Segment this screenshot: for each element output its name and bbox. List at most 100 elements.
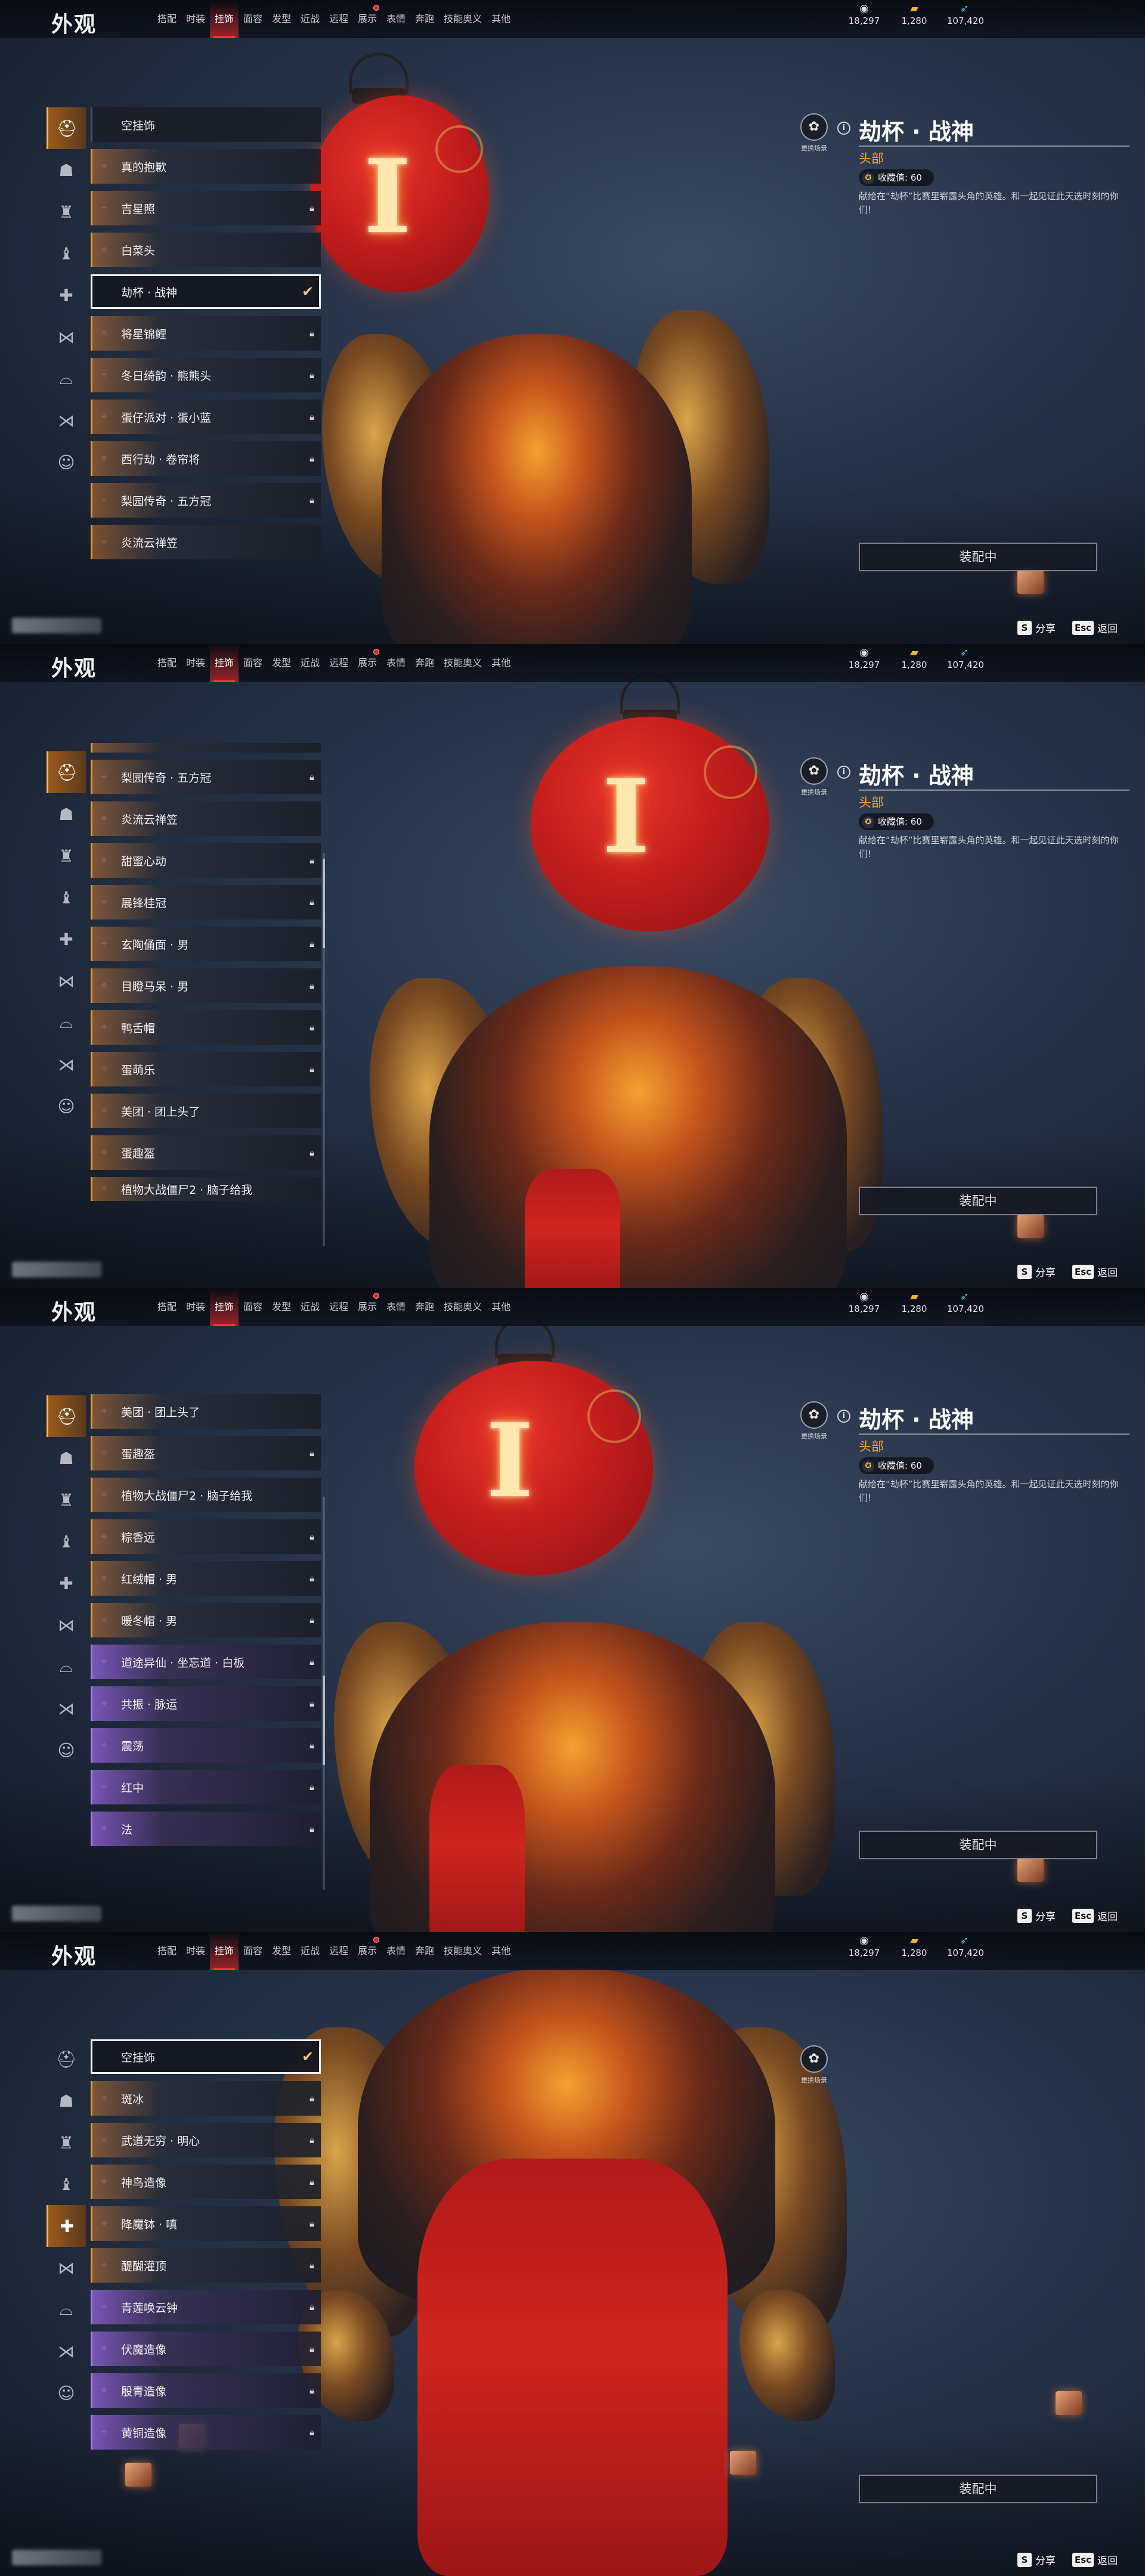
tab-costume[interactable]: 时装	[181, 0, 210, 38]
back-label[interactable]: 返回	[1097, 1908, 1118, 1923]
share-label[interactable]: 分享	[1035, 620, 1056, 635]
tab-other[interactable]: 其他	[487, 1932, 515, 1970]
list-item[interactable]: ⁘ 武道无穷 · 明心 🔒︎	[91, 2123, 321, 2157]
list-item[interactable]: ⁘ 红绒帽 · 男 🔒︎	[91, 1561, 321, 1596]
list-item[interactable]: 空挂饰	[91, 107, 321, 142]
list-item[interactable]: ⁘ 降魔钵 · 嗔 🔒︎	[91, 2206, 321, 2241]
list-item[interactable]: ⁘ 粽香远 🔒︎	[91, 1519, 321, 1554]
tab-other[interactable]: 其他	[487, 0, 515, 38]
tab-face[interactable]: 面容	[239, 1932, 267, 1970]
tab-showcase[interactable]: 展示	[353, 0, 382, 38]
list-item[interactable]: ⁘ 美团 · 团上头了	[91, 1094, 321, 1128]
rail-waist-icon[interactable]: ⋈	[47, 316, 86, 358]
rail-mask-icon[interactable]: ☗	[47, 2080, 86, 2122]
scroll-thumb[interactable]	[323, 1676, 325, 1765]
tab-showcase[interactable]: 展示	[353, 1288, 382, 1326]
rail-bracer-icon[interactable]: ⌓	[47, 1646, 86, 1688]
back-key[interactable]: Esc	[1072, 620, 1094, 635]
tab-run[interactable]: 奔跑	[410, 644, 439, 682]
rail-waist-icon[interactable]: ⋈	[47, 960, 86, 1002]
share-key[interactable]: S	[1017, 1264, 1032, 1279]
swap-scene-button[interactable]: ✿ 更换场景	[796, 113, 833, 153]
tab-melee[interactable]: 近战	[296, 0, 324, 38]
equipped-button[interactable]: 装配中	[859, 543, 1097, 571]
tab-costume[interactable]: 时装	[181, 1288, 210, 1326]
rail-helmet-icon[interactable]: ⛑	[47, 107, 86, 149]
scroll-thumb[interactable]	[323, 859, 325, 948]
list-item[interactable]: ⁘ 红中 🔒︎	[91, 1770, 321, 1804]
tab-accessory[interactable]: 挂饰	[210, 0, 239, 38]
list-item-selected[interactable]: 空挂饰 ✔	[91, 2039, 321, 2074]
list-item[interactable]: ⁘ 将星锦鲤 🔒︎	[91, 316, 321, 351]
tab-outfit[interactable]: 搭配	[153, 0, 181, 38]
rail-helmet-icon[interactable]: ⛑	[47, 2038, 86, 2080]
list-item[interactable]: ⁘ 西行劫 · 卷帘将 🔒︎	[91, 441, 321, 476]
rail-helmet-icon[interactable]: ⛑	[47, 751, 86, 793]
tab-other[interactable]: 其他	[487, 1288, 515, 1326]
list-item[interactable]: ⁘ 蛋萌乐 🔒︎	[91, 1052, 321, 1086]
list-item[interactable]: ⁘ 伏魔造像 🔒︎	[91, 2332, 321, 2366]
equipped-button[interactable]: 装配中	[859, 1187, 1097, 1215]
list-item[interactable]: ⁘ 植物大战僵尸2 · 脑子给我	[91, 1177, 321, 1201]
list-item[interactable]: ⁘ 展锋桂冠 🔒︎	[91, 885, 321, 919]
list-item[interactable]: ⁘ 冬日绮韵 · 熊熊头 🔒︎	[91, 358, 321, 392]
rail-bow-icon[interactable]: ⋊	[47, 1688, 86, 1729]
list-item[interactable]: ⁘ 殷青造像 🔒︎	[91, 2373, 321, 2408]
share-key[interactable]: S	[1017, 1908, 1032, 1923]
back-label[interactable]: 返回	[1097, 1264, 1118, 1279]
list-item[interactable]: ⁘ 暖冬帽 · 男 🔒︎	[91, 1603, 321, 1637]
tab-face[interactable]: 面容	[239, 644, 267, 682]
tab-emote[interactable]: 表情	[382, 0, 410, 38]
list-item[interactable]: ⁘ 白菜头	[91, 233, 321, 267]
list-item[interactable]: ⁘ 玄陶俑面 · 男 🔒︎	[91, 927, 321, 961]
back-key[interactable]: Esc	[1072, 1264, 1094, 1279]
tab-other[interactable]: 其他	[487, 644, 515, 682]
tab-hair[interactable]: 发型	[267, 1932, 296, 1970]
list-item[interactable]: ⁘ 真的抱歉	[91, 149, 321, 184]
list-item[interactable]: ⁘ 梨园传奇 · 五方冠 🔒︎	[91, 483, 321, 518]
list-item[interactable]: ⁘ 蛋仔派对 · 蛋小蓝 🔒︎	[91, 400, 321, 434]
rail-face-icon[interactable]: ☺	[47, 441, 86, 483]
rail-shoulder-icon[interactable]: ♜	[47, 835, 86, 877]
tab-accessory[interactable]: 挂饰	[210, 1288, 239, 1326]
list-item[interactable]: ⁘ 斑冰 🔒︎	[91, 2081, 321, 2116]
tab-showcase[interactable]: 展示	[353, 1932, 382, 1970]
rail-face-icon[interactable]: ☺	[47, 1085, 86, 1127]
rail-armor-icon[interactable]: ✚	[47, 918, 86, 960]
rail-mask-icon[interactable]: ☗	[47, 793, 86, 835]
tab-showcase[interactable]: 展示	[353, 644, 382, 682]
tab-hair[interactable]: 发型	[267, 1288, 296, 1326]
list-item[interactable]: ⁘ 甜蜜心动 🔒︎	[91, 843, 321, 878]
rail-face-icon[interactable]: ☺	[47, 2372, 86, 2414]
tab-ranged[interactable]: 远程	[324, 1932, 353, 1970]
list-item[interactable]: ⁘ 醍醐灌顶 🔒︎	[91, 2248, 321, 2283]
back-key[interactable]: Esc	[1072, 1908, 1094, 1923]
rail-bracer-icon[interactable]: ⌓	[47, 2289, 86, 2330]
rail-helmet-icon[interactable]: ⛑	[47, 1395, 86, 1437]
tab-skill[interactable]: 技能奥义	[439, 1932, 487, 1970]
list-item[interactable]: ⁘ 吉星照 🔒︎	[91, 191, 321, 225]
rail-armor-icon[interactable]: ✚	[47, 274, 86, 316]
tab-emote[interactable]: 表情	[382, 1932, 410, 1970]
swap-scene-button[interactable]: ✿ 更换场景	[796, 757, 833, 797]
list-item[interactable]: ⁘ 神鸟造像 🔒︎	[91, 2165, 321, 2199]
tab-costume[interactable]: 时装	[181, 644, 210, 682]
list-item[interactable]: ⁘ 青莲唤云钟 🔒︎	[91, 2290, 321, 2324]
list-item[interactable]: ⁘ 法 🔒︎	[91, 1812, 321, 1846]
rail-shoulder-icon[interactable]: ♜	[47, 191, 86, 233]
tab-skill[interactable]: 技能奥义	[439, 1288, 487, 1326]
back-label[interactable]: 返回	[1097, 620, 1118, 635]
rail-bow-icon[interactable]: ⋊	[47, 400, 86, 441]
list-item[interactable]: ⁘ 美团 · 团上头了	[91, 1394, 321, 1429]
rail-cape-icon[interactable]: ♝	[47, 233, 86, 274]
list-item[interactable]: ⁘ 植物大战僵尸2 · 脑子给我	[91, 1478, 321, 1512]
rail-armor-icon[interactable]: ✚	[47, 2205, 86, 2247]
list-item-partial[interactable]	[91, 743, 321, 753]
list-item-selected[interactable]: 劫杯 · 战神 ✔	[91, 274, 321, 309]
tab-melee[interactable]: 近战	[296, 1932, 324, 1970]
share-label[interactable]: 分享	[1035, 2552, 1056, 2567]
rail-bow-icon[interactable]: ⋊	[47, 1044, 86, 1085]
tab-emote[interactable]: 表情	[382, 1288, 410, 1326]
list-item[interactable]: ⁘ 炎流云禅笠	[91, 801, 321, 836]
tab-ranged[interactable]: 远程	[324, 644, 353, 682]
